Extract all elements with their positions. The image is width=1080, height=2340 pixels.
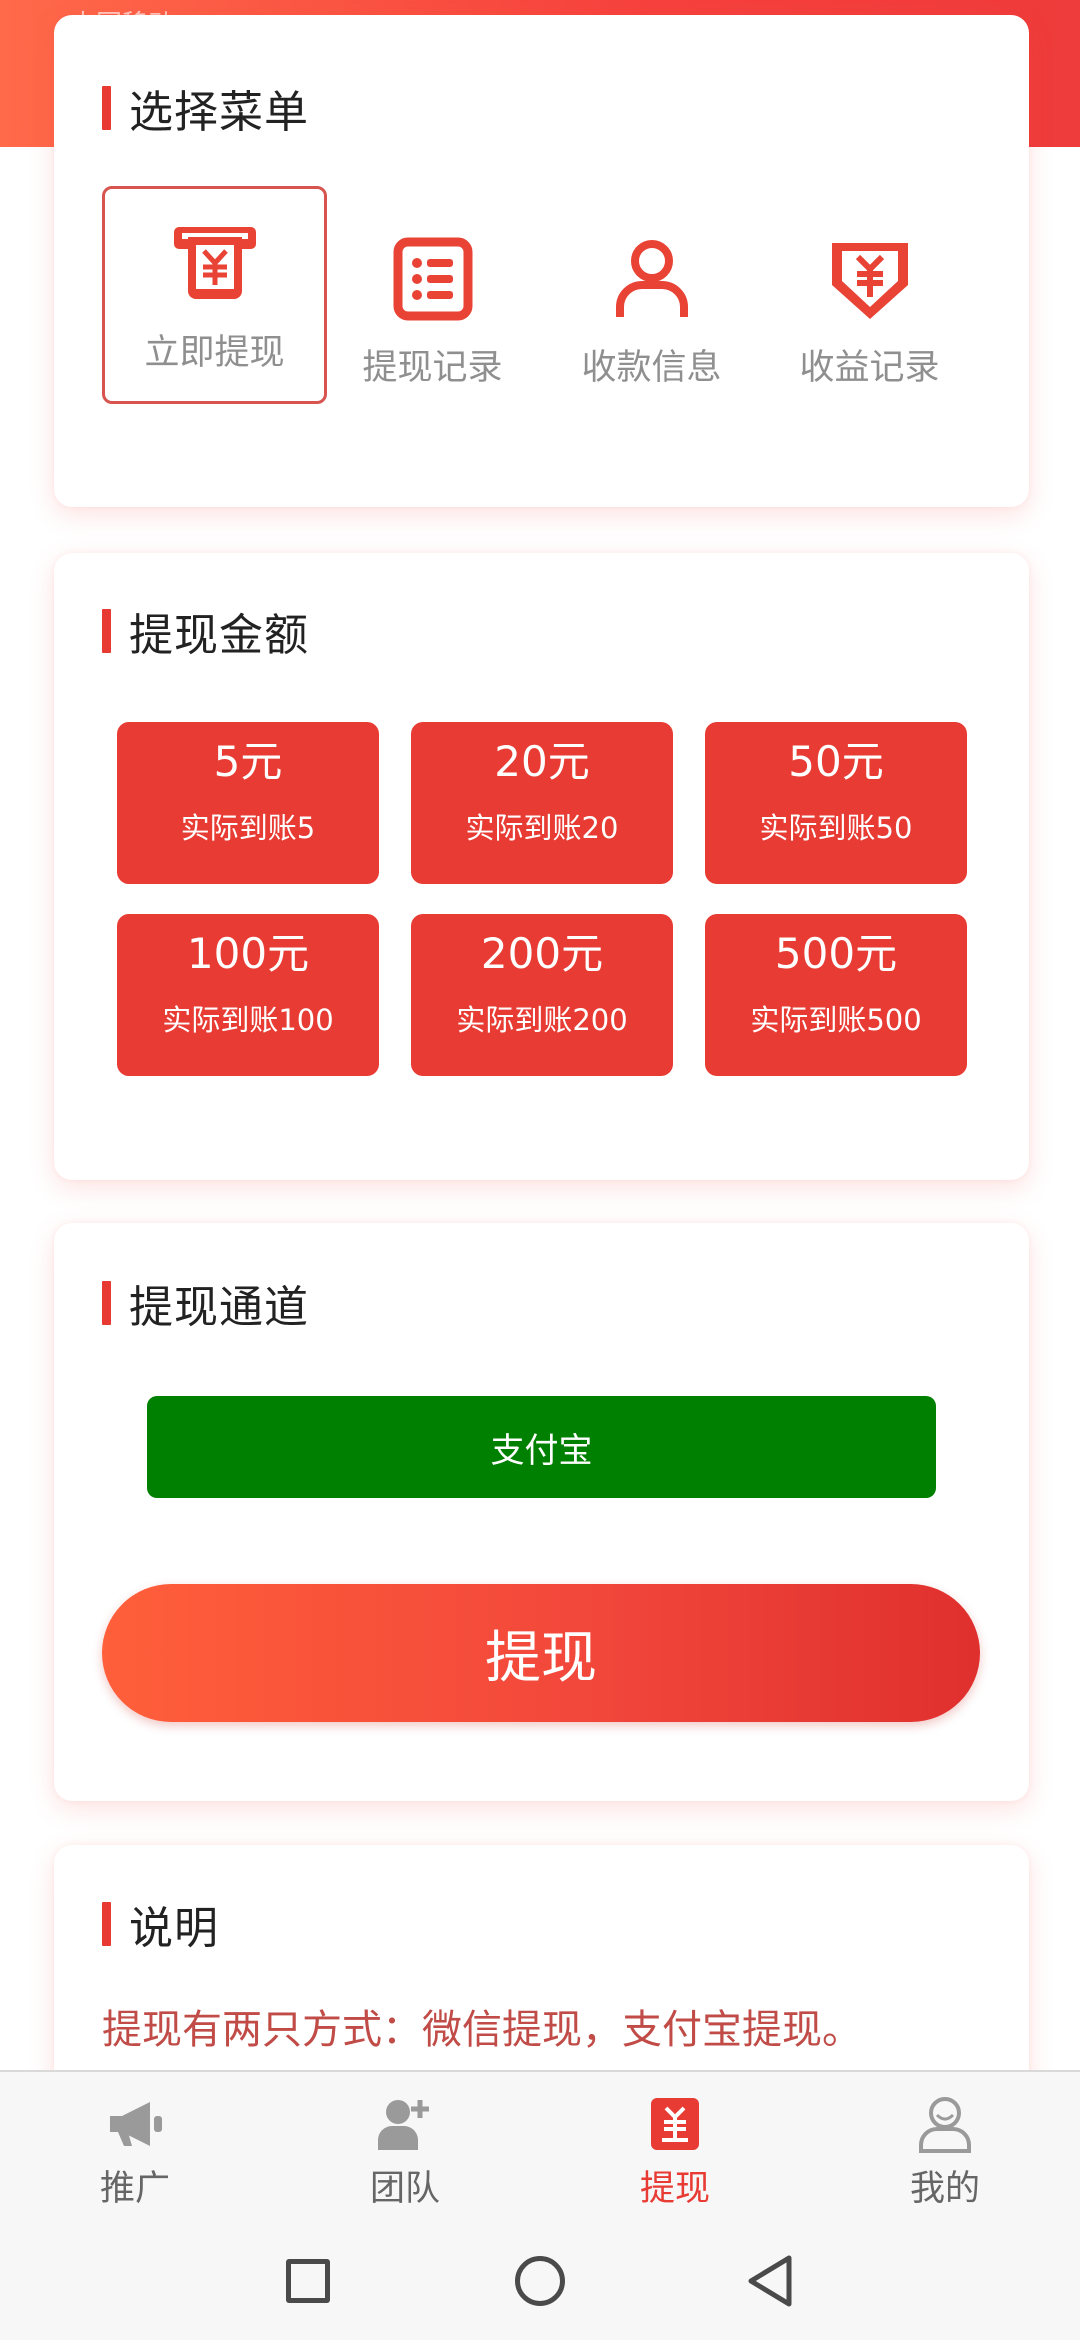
menu-section-title: 选择菜单 bbox=[102, 84, 309, 138]
tab-label: 提现 bbox=[639, 2169, 710, 2209]
withdraw-yuan-icon bbox=[643, 2092, 707, 2156]
tab-label: 推广 bbox=[99, 2169, 170, 2209]
tab-team[interactable]: 团队 bbox=[270, 2072, 540, 2224]
menu-section-title-text: 选择菜单 bbox=[129, 87, 309, 138]
title-accent-bar bbox=[102, 1281, 111, 1325]
amount-actual: 实际到账50 bbox=[759, 811, 913, 845]
megaphone-icon bbox=[103, 2092, 167, 2156]
amount-value: 50元 bbox=[788, 737, 884, 786]
menu-item-label: 收益记录 bbox=[799, 347, 940, 388]
yuan-shield-icon bbox=[822, 231, 918, 327]
menu-item-label: 收款信息 bbox=[581, 347, 722, 388]
withdraw-page: 中国移动 选择菜单 立即提现 bbox=[0, 0, 1080, 2340]
square-icon bbox=[286, 2259, 330, 2303]
note-text: 提现有两只方式：微信提现，支付宝提现。 bbox=[102, 2007, 862, 2053]
amount-actual: 实际到账200 bbox=[456, 1003, 628, 1037]
tab-label: 我的 bbox=[909, 2169, 980, 2209]
back-button[interactable] bbox=[730, 2244, 810, 2318]
amount-option-5[interactable]: 5元 实际到账5 bbox=[117, 722, 379, 884]
title-accent-bar bbox=[102, 609, 111, 653]
channel-card: 提现通道 支付宝 提现 bbox=[54, 1223, 1029, 1801]
amount-actual: 实际到账5 bbox=[180, 811, 316, 845]
amount-option-200[interactable]: 200元 实际到账200 bbox=[411, 914, 673, 1076]
bottom-tab-bar: 推广 团队 提现 我的 bbox=[0, 2070, 1080, 2222]
user-icon bbox=[604, 231, 700, 327]
amount-section-title-text: 提现金额 bbox=[129, 610, 309, 661]
menu-item-withdraw-records[interactable]: 提现记录 bbox=[320, 201, 545, 419]
withdraw-submit-button[interactable]: 提现 bbox=[102, 1584, 980, 1722]
amount-value: 20元 bbox=[494, 737, 590, 786]
amount-option-20[interactable]: 20元 实际到账20 bbox=[411, 722, 673, 884]
circle-icon bbox=[515, 2256, 565, 2306]
amount-value: 500元 bbox=[774, 929, 898, 978]
note-section-title: 说明 bbox=[102, 1900, 219, 1954]
triangle-back-icon bbox=[748, 2255, 792, 2307]
home-button[interactable] bbox=[500, 2244, 580, 2318]
tab-mine[interactable]: 我的 bbox=[810, 2072, 1080, 2224]
menu-card: 选择菜单 立即提现 提现记录 收款信息 收益记录 bbox=[54, 15, 1029, 507]
alipay-channel-button[interactable]: 支付宝 bbox=[147, 1396, 936, 1498]
system-nav-bar bbox=[0, 2222, 1080, 2340]
amount-option-500[interactable]: 500元 实际到账500 bbox=[705, 914, 967, 1076]
amount-value: 200元 bbox=[480, 929, 604, 978]
menu-item-payee-info[interactable]: 收款信息 bbox=[539, 201, 764, 419]
add-user-icon bbox=[373, 2092, 437, 2156]
menu-item-earnings-records[interactable]: 收益记录 bbox=[757, 201, 982, 419]
note-section-title-text: 说明 bbox=[129, 1903, 219, 1954]
amount-actual: 实际到账20 bbox=[465, 811, 619, 845]
recent-apps-button[interactable] bbox=[268, 2244, 348, 2318]
menu-item-label: 立即提现 bbox=[144, 332, 285, 373]
amount-option-100[interactable]: 100元 实际到账100 bbox=[117, 914, 379, 1076]
amount-value: 5元 bbox=[213, 737, 283, 786]
channel-section-title-text: 提现通道 bbox=[129, 1282, 309, 1333]
tab-withdraw[interactable]: 提现 bbox=[540, 2072, 810, 2224]
menu-item-withdraw-now[interactable]: 立即提现 bbox=[102, 186, 327, 404]
tab-label: 团队 bbox=[369, 2169, 440, 2209]
menu-grid: 立即提现 提现记录 收款信息 收益记录 bbox=[102, 186, 982, 406]
menu-item-label: 提现记录 bbox=[362, 347, 503, 388]
atm-yuan-icon bbox=[167, 216, 263, 312]
amount-actual: 实际到账500 bbox=[750, 1003, 922, 1037]
profile-icon bbox=[913, 2092, 977, 2156]
title-accent-bar bbox=[102, 86, 111, 130]
amount-value: 100元 bbox=[186, 929, 310, 978]
channel-section-title: 提现通道 bbox=[102, 1279, 309, 1333]
amount-card: 提现金额 5元 实际到账5 20元 实际到账20 50元 实际到账50 100元… bbox=[54, 553, 1029, 1180]
amount-section-title: 提现金额 bbox=[102, 607, 309, 661]
list-document-icon bbox=[385, 231, 481, 327]
tab-promote[interactable]: 推广 bbox=[0, 2072, 270, 2224]
amount-actual: 实际到账100 bbox=[162, 1003, 334, 1037]
title-accent-bar bbox=[102, 1902, 111, 1946]
amount-option-50[interactable]: 50元 实际到账50 bbox=[705, 722, 967, 884]
